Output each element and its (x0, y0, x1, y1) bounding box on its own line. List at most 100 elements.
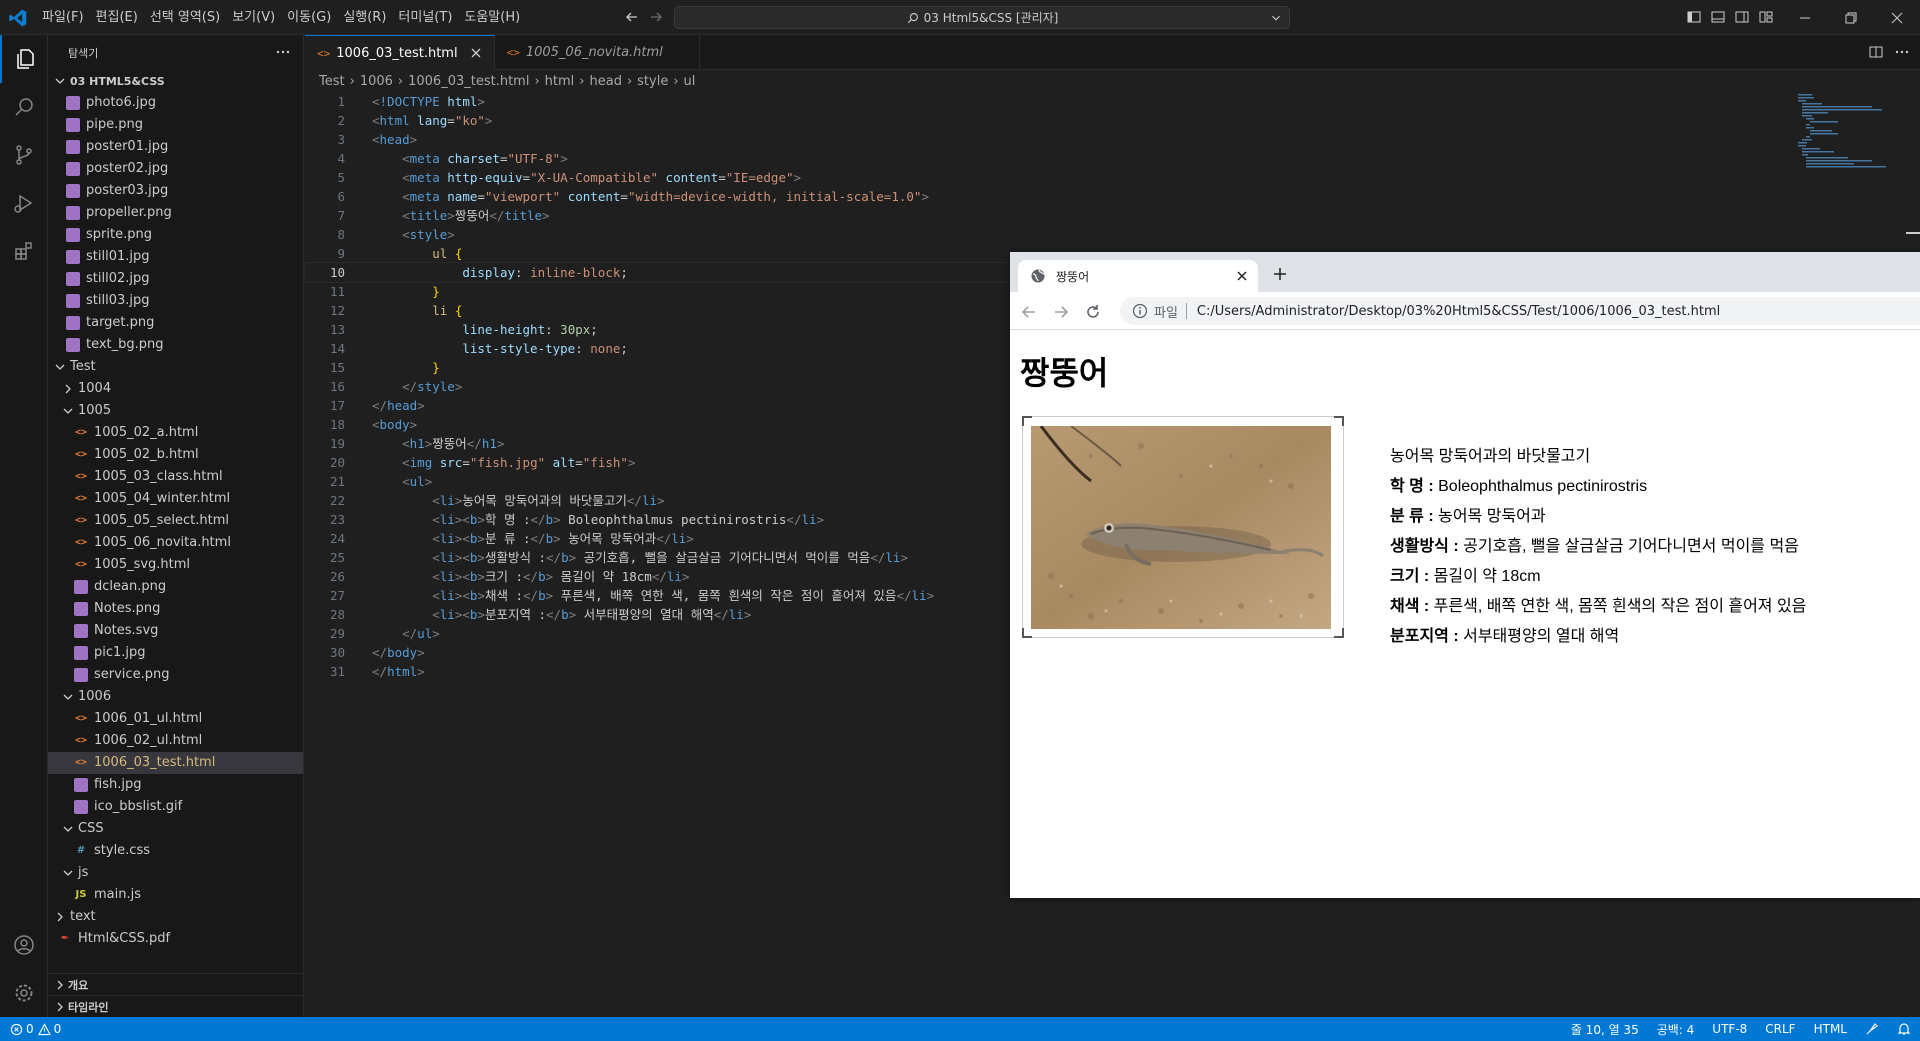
tree-folder[interactable]: 1004 (48, 378, 303, 400)
breadcrumb-item[interactable]: style (637, 74, 668, 89)
tree-file[interactable]: <> 1005_06_novita.html (48, 532, 303, 554)
code-line[interactable]: 6 <meta name="viewport" content="width=d… (305, 187, 1920, 206)
reload-icon[interactable] (1084, 303, 1102, 321)
close-icon[interactable] (468, 45, 484, 61)
menu-item[interactable]: 도움말(H) (458, 6, 526, 30)
browser-tab[interactable]: 짱뚱어 (1018, 260, 1258, 292)
menu-item[interactable]: 보기(V) (226, 6, 281, 30)
breadcrumb-item[interactable]: html (545, 74, 575, 89)
tree-file[interactable]: ico_bbslist.gif (48, 796, 303, 818)
toggle-secondary-sidebar-icon[interactable] (1734, 9, 1750, 25)
collapsed-panel-header[interactable]: 타임라인 (48, 995, 304, 1017)
tree-file[interactable]: dclean.png (48, 576, 303, 598)
tree-file[interactable]: Notes.svg (48, 620, 303, 642)
workspace-section-header[interactable]: 03 HTML5&CSS (48, 70, 303, 92)
more-actions-icon[interactable] (1894, 44, 1910, 60)
code-line[interactable]: 2 <html lang="ko"> (305, 111, 1920, 130)
code-line[interactable]: 4 <meta charset="UTF-8"> (305, 149, 1920, 168)
run-debug-button[interactable] (0, 179, 48, 227)
more-actions-icon[interactable] (275, 44, 291, 60)
tab-1005-06-novita[interactable]: <> 1005_06_novita.html (495, 35, 700, 70)
tree-file[interactable]: sprite.png (48, 224, 303, 246)
code-line[interactable]: 3 <head> (305, 130, 1920, 149)
toggle-panel-icon[interactable] (1710, 9, 1726, 25)
code-line[interactable]: 1 <!DOCTYPE html> (305, 92, 1920, 111)
problems-status[interactable]: 0 0 (0, 1017, 72, 1041)
language-mode[interactable]: HTML (1805, 1022, 1856, 1036)
tree-file[interactable]: <> 1005_05_select.html (48, 510, 303, 532)
tree-file[interactable]: text_bg.png (48, 334, 303, 356)
tree-file[interactable]: # style.css (48, 840, 303, 862)
collapsed-panel-header[interactable]: 개요 (48, 973, 304, 995)
info-icon[interactable] (1132, 303, 1148, 319)
tree-folder[interactable]: 1006 (48, 686, 303, 708)
tree-file[interactable]: target.png (48, 312, 303, 334)
tree-file[interactable]: <> 1006_02_ul.html (48, 730, 303, 752)
plus-icon[interactable] (1272, 266, 1288, 282)
code-line[interactable]: 7 <title>짱뚱어</title> (305, 206, 1920, 225)
tree-file[interactable]: still02.jpg (48, 268, 303, 290)
tree-file[interactable]: JS main.js (48, 884, 303, 906)
menu-item[interactable]: 이동(G) (281, 6, 337, 30)
breadcrumb-item[interactable]: head (589, 74, 621, 89)
manage-button[interactable] (0, 969, 48, 1017)
menu-item[interactable]: 선택 영역(S) (144, 6, 226, 30)
breadcrumb-item[interactable]: 1006_03_test.html (408, 74, 529, 89)
breadcrumb-item[interactable]: ul (684, 74, 696, 89)
tree-file[interactable]: <> 1005_02_a.html (48, 422, 303, 444)
indentation[interactable]: 공백: 4 (1648, 1021, 1704, 1038)
back-arrow-icon[interactable] (624, 9, 640, 25)
code-line[interactable]: 8 <style> (305, 225, 1920, 244)
minimize-button[interactable] (1782, 0, 1828, 35)
tree-folder[interactable]: js (48, 862, 303, 884)
tree-file[interactable]: photo6.jpg (48, 92, 303, 114)
menu-item[interactable]: 편집(E) (90, 6, 144, 30)
menu-item[interactable]: 파일(F) (36, 6, 90, 30)
cursor-position[interactable]: 줄 10, 열 35 (1562, 1021, 1648, 1038)
minimap[interactable] (1796, 92, 1906, 172)
tree-folder[interactable]: text (48, 906, 303, 928)
tree-file[interactable]: <> 1005_02_b.html (48, 444, 303, 466)
tree-file[interactable]: Notes.png (48, 598, 303, 620)
tree-file[interactable]: service.png (48, 664, 303, 686)
toggle-sidebar-icon[interactable] (1686, 9, 1702, 25)
command-center[interactable]: 03 Html5&CSS [관리자] (674, 6, 1290, 29)
tree-file[interactable]: poster01.jpg (48, 136, 303, 158)
explorer-button[interactable] (0, 35, 48, 83)
forward-arrow-icon[interactable] (1052, 303, 1070, 321)
customize-layout-icon[interactable] (1758, 9, 1774, 25)
tree-folder[interactable]: CSS (48, 818, 303, 840)
restore-button[interactable] (1828, 0, 1874, 35)
menu-item[interactable]: 터미널(T) (392, 6, 458, 30)
tree-folder[interactable]: 1005 (48, 400, 303, 422)
tree-folder[interactable]: Test (48, 356, 303, 378)
code-line[interactable]: 5 <meta http-equiv="X-UA-Compatible" con… (305, 168, 1920, 187)
tree-file[interactable]: fish.jpg (48, 774, 303, 796)
tree-file[interactable]: still01.jpg (48, 246, 303, 268)
copilot-button[interactable] (1856, 1022, 1888, 1036)
tree-file[interactable]: pic1.jpg (48, 642, 303, 664)
tree-file[interactable]: <> 1005_03_class.html (48, 466, 303, 488)
search-button[interactable] (0, 83, 48, 131)
forward-arrow-icon[interactable] (648, 9, 664, 25)
address-bar[interactable]: 파일 C:/Users/Administrator/Desktop/03%20H… (1120, 297, 1920, 325)
source-control-button[interactable] (0, 131, 48, 179)
accounts-button[interactable] (0, 921, 48, 969)
tree-file[interactable]: propeller.png (48, 202, 303, 224)
breadcrumb-item[interactable]: Test (319, 74, 345, 89)
back-arrow-icon[interactable] (1020, 303, 1038, 321)
tree-file[interactable]: pipe.png (48, 114, 303, 136)
close-icon[interactable] (1234, 268, 1250, 284)
tree-file[interactable]: still03.jpg (48, 290, 303, 312)
extensions-button[interactable] (0, 227, 48, 275)
end-of-line[interactable]: CRLF (1756, 1022, 1804, 1036)
tree-file[interactable]: ✒ Html&CSS.pdf (48, 928, 303, 950)
notifications-button[interactable] (1888, 1022, 1920, 1036)
tree-file[interactable]: <> 1006_03_test.html (48, 752, 303, 774)
chevron-down-icon[interactable] (1269, 11, 1283, 25)
tree-file[interactable]: <> 1006_01_ul.html (48, 708, 303, 730)
tab-1006-03-test[interactable]: <> 1006_03_test.html (305, 35, 495, 70)
breadcrumb-item[interactable]: 1006 (360, 74, 393, 89)
tree-file[interactable]: poster03.jpg (48, 180, 303, 202)
close-window-button[interactable] (1874, 0, 1920, 35)
